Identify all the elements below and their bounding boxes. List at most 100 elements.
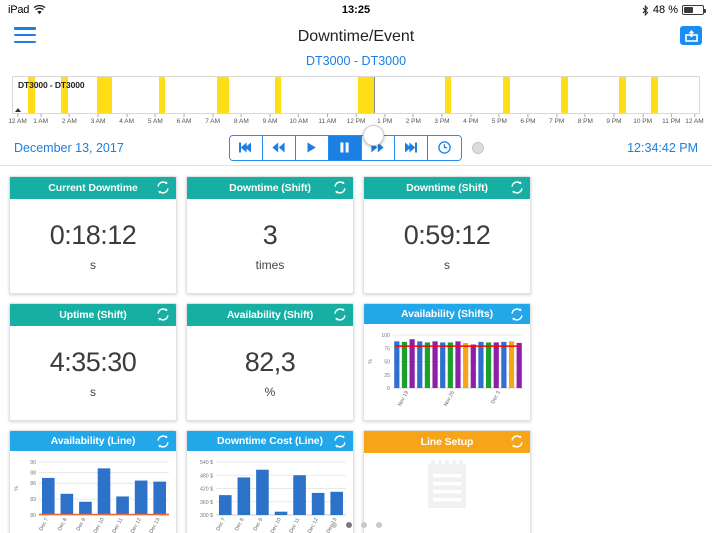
svg-text:25: 25 [384,373,390,379]
refresh-icon[interactable] [510,181,524,195]
wifi-icon [33,5,46,15]
timeline-tick-label: 11 AM [318,114,336,125]
timeline-tick-label: 12 AM [685,114,703,125]
tile-value: 82,3 [244,347,296,377]
tile-chart-body: 300 $360 $420 $480 $540 $ Dec 7 Dec 8 Dec 9… [187,451,353,533]
tile[interactable]: Downtime (Shift) 3 times [186,176,354,294]
tile[interactable]: Availability (Shift) 82,3% [186,303,354,421]
timeline-cursor [373,77,376,113]
chart-bar [501,341,507,388]
timeline-tick-label: 1 PM [377,114,392,125]
play-button[interactable] [295,135,329,160]
rewind-button[interactable] [262,135,296,160]
svg-text:360 $: 360 $ [200,500,213,506]
skip-to-end-button[interactable] [394,135,428,160]
timeline-tick-label: 1 AM [33,114,48,125]
refresh-icon[interactable] [510,308,524,322]
tile[interactable]: Downtime Cost (Line) 300 $ 360 $ 420 $ 480 $… [186,430,354,533]
chart-xtick-label: Nov 19 [397,390,410,407]
rewind-icon [272,142,285,153]
timeline-event-bar[interactable] [217,77,230,113]
chart-bar [134,480,148,515]
tile-header: Line Setup [364,431,530,453]
timeline-event-bar[interactable] [503,77,510,113]
chart-bar [330,491,344,515]
pagination-dots[interactable] [0,522,712,528]
tile[interactable]: Downtime (Shift) 0:59:12 s [363,176,531,294]
tile[interactable]: Current Downtime 0:18:12 s [9,176,177,294]
tile-title: Availability (Shift) [226,309,314,321]
svg-text:86: 86 [30,481,36,487]
chart-bar [478,341,484,388]
timeline-tick-label: 2 PM [406,114,421,125]
timeline-track[interactable]: DT3000 - DT3000 [12,76,700,114]
hamburger-menu-icon[interactable] [14,27,36,43]
timeline-tick-label: 9 AM [263,114,278,125]
chart-xtick-label: Dec 3 [490,390,502,405]
pause-button[interactable] [328,135,362,160]
tile-value-body: 82,3% [187,326,353,420]
timeline-tick-label: 2 AM [62,114,77,125]
tile-value-body: 4:35:30 s [10,326,176,420]
pagination-dot[interactable] [375,522,382,528]
chart-bar [237,477,251,515]
chart-bar [432,341,438,388]
chart-bar [116,496,129,515]
tile-header: Downtime (Shift) [187,177,353,199]
timeline-event-bar[interactable] [358,77,375,113]
pagination-dot[interactable] [345,522,352,528]
refresh-icon[interactable] [333,435,347,449]
tile-value-body: 3 times [187,199,353,293]
tile[interactable]: Uptime (Shift) 4:35:30 s [9,303,177,421]
chart-bar [97,468,111,515]
tile-header: Current Downtime [10,177,176,199]
refresh-icon[interactable] [510,435,524,449]
tile[interactable]: Line Setup [363,430,531,533]
skip-forward-icon [404,142,417,153]
chart-bar [153,481,167,515]
tile-header: Availability (Shifts) [364,304,530,324]
chart-bar [394,341,400,388]
tile-unit: s [90,385,96,399]
timeline-event-bar[interactable] [275,77,282,113]
tile-unit: % [264,385,276,399]
app-root: iPad 13:25 48 % Downtime/Event DT3000 - … [0,0,712,533]
navigation-bar: Downtime/Event [0,20,712,56]
timeline-tick-label: 5 AM [148,114,163,125]
timeline-tick-label: 6 PM [520,114,535,125]
timeline-event-bar[interactable] [96,77,113,113]
pagination-dot[interactable] [330,522,337,528]
tile-title: Availability (Line) [50,435,136,447]
refresh-icon[interactable] [156,181,170,195]
timeline-event-bar[interactable] [619,77,627,113]
timeline-tick-label: 4 PM [463,114,478,125]
clock-button[interactable] [427,135,461,160]
share-export-icon[interactable] [680,26,702,45]
refresh-icon[interactable] [333,308,347,322]
pagination-dot[interactable] [360,522,367,528]
tile-chart-body: 80 83 86 88 90% Dec 7 Dec 8 Dec 9 Dec 10 Dec 11 De… [10,451,176,533]
timeline-event-bar[interactable] [561,77,568,113]
timeline-tick-label: 3 PM [434,114,449,125]
chart-bar [311,492,325,515]
chart-bar [401,341,408,388]
svg-text:80: 80 [30,513,36,519]
timeline-section: DT3000 - DT3000 12 AM 1 AM 2 AM 3 AM 4 AM 5 A… [0,68,712,146]
timeline-tick-label: 10 PM [633,114,652,125]
timeline-event-bar[interactable] [445,77,452,113]
refresh-icon[interactable] [333,181,347,195]
svg-text:300 $: 300 $ [200,513,213,519]
tile[interactable]: Availability (Line) 80 83 86 88 90% Dec 7 Dec 8… [9,430,177,533]
tile-value-body: 0:18:12 s [10,199,176,293]
timeline-event-bar[interactable] [650,77,658,113]
tile-value: 4:35:30 [49,347,137,377]
timeline-event-bar[interactable] [159,77,165,113]
skip-to-start-button[interactable] [229,135,263,160]
tile-value: 0:18:12 [49,220,137,250]
tile[interactable]: Availability (Shifts) 0 25 50 75 100% Nov 19 No… [363,303,531,421]
refresh-icon[interactable] [156,435,170,449]
refresh-icon[interactable] [156,308,170,322]
chart-bar [463,342,469,388]
tile-title: Downtime Cost (Line) [217,435,323,447]
tile-header: Uptime (Shift) [10,304,176,326]
